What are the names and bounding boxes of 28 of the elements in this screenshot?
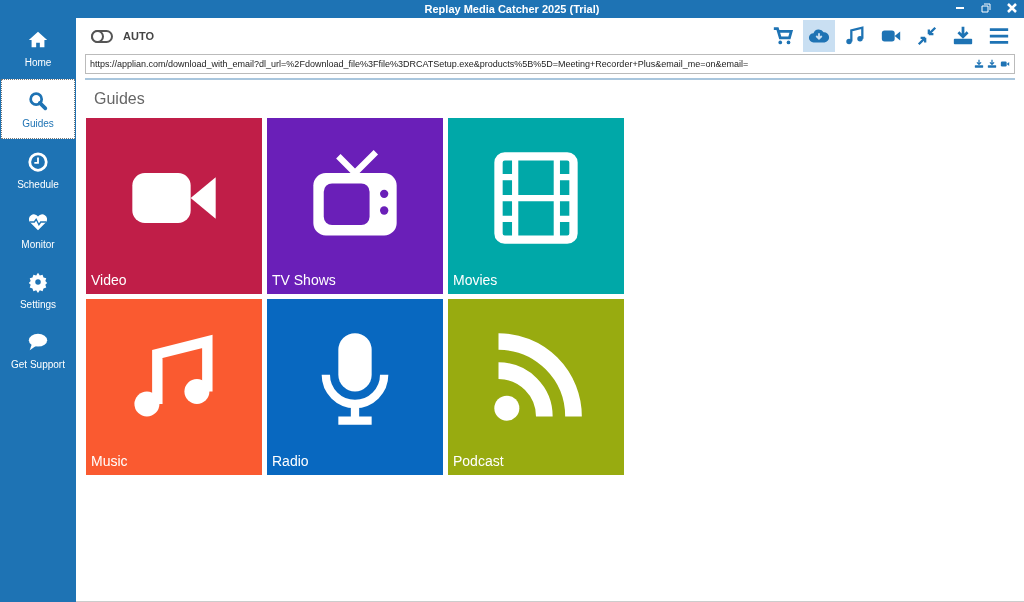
sidebar-item[interactable]: Guides — [1, 79, 75, 139]
guide-tile[interactable]: Video — [86, 118, 262, 294]
guide-tile[interactable]: Radio — [267, 299, 443, 475]
sidebar-item[interactable]: Home — [0, 18, 76, 78]
sidebar-item[interactable]: Monitor — [0, 200, 76, 260]
toolbar-button[interactable] — [803, 20, 835, 52]
restore-icon[interactable] — [980, 1, 992, 15]
sidebar-item[interactable]: Schedule — [0, 140, 76, 200]
guide-tile[interactable]: TV Shows — [267, 118, 443, 294]
clock-icon — [27, 150, 49, 173]
download-tray-icon — [952, 25, 974, 47]
section-heading: Guides — [94, 90, 146, 108]
sidebar-item[interactable]: Settings — [0, 260, 76, 320]
window-title: Replay Media Catcher 2025 (Trial) — [424, 3, 600, 15]
auto-label: AUTO — [123, 30, 154, 42]
compress-arrows-icon — [916, 25, 938, 47]
cart-icon — [772, 25, 794, 47]
close-icon[interactable] — [1006, 1, 1018, 15]
url-field[interactable]: https://applian.com/download_with_email?dl_url=%2Fdownload_file%3Ffile%3DRCATSetup.exe&products%5B%5D=Meeting+Recorder+Plus&email_me=on&email= — [85, 54, 1015, 74]
search-icon — [27, 89, 49, 112]
auto-toggle[interactable] — [91, 29, 113, 43]
guide-tile[interactable]: Podcast — [448, 299, 624, 475]
video-camera-icon — [1000, 59, 1010, 69]
menu-icon — [988, 25, 1010, 47]
sidebar-item[interactable]: Get Support — [0, 320, 76, 380]
guide-tile[interactable]: Movies — [448, 118, 624, 294]
guide-tile[interactable]: Music — [86, 299, 262, 475]
music-note-icon — [844, 25, 866, 47]
